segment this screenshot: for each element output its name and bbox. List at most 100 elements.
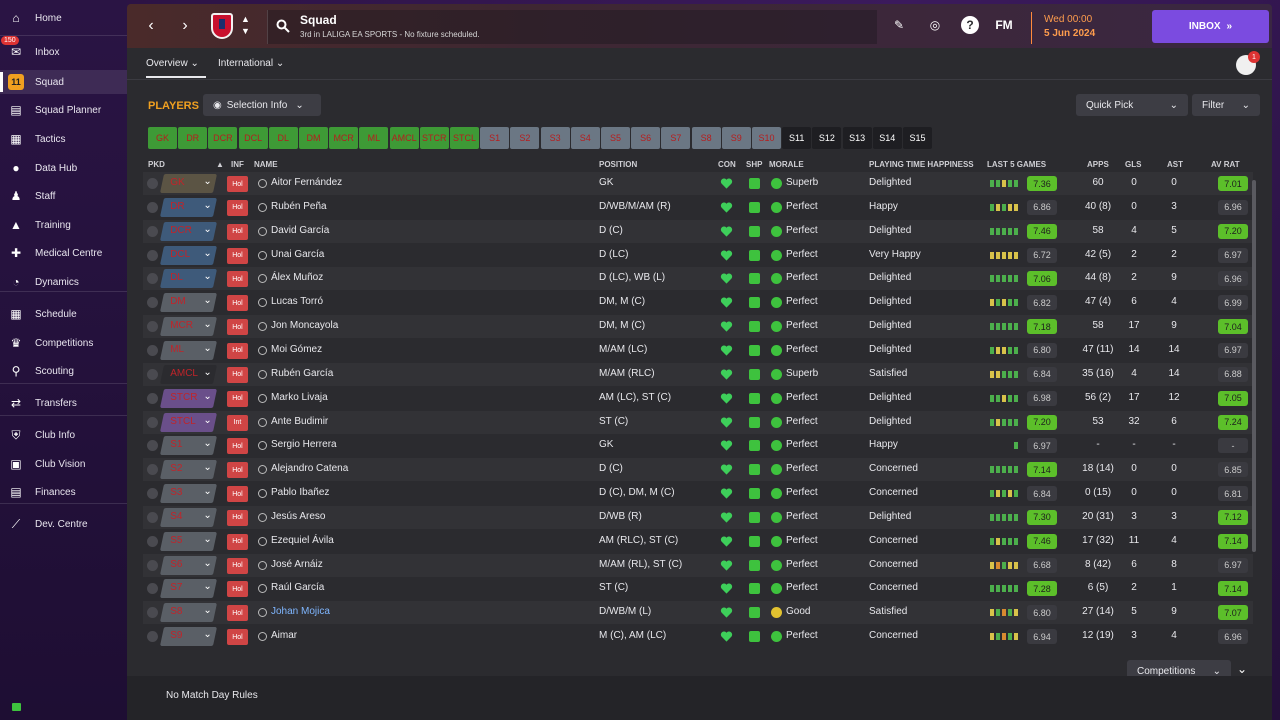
picked-toggle[interactable]	[147, 178, 158, 189]
position-selector[interactable]: S3 ⌄	[159, 484, 218, 504]
status-badge[interactable]: Hol	[227, 509, 248, 526]
status-badge[interactable]: Hol	[227, 366, 248, 383]
position-selector[interactable]: DCL ⌄	[159, 245, 218, 265]
status-badge[interactable]: Hol	[227, 533, 248, 550]
position-chip-s6[interactable]: S6	[631, 127, 661, 149]
sidebar-item-club-info[interactable]: ⛨ Club Info	[0, 423, 127, 447]
player-name[interactable]: José Arnáiz	[271, 559, 323, 570]
selection-info-button[interactable]: ◉ Selection Info ⌄	[203, 94, 321, 116]
status-badge[interactable]: Hol	[227, 581, 248, 598]
position-chip-dl[interactable]: DL	[268, 127, 298, 149]
position-chip-s9[interactable]: S9	[721, 127, 751, 149]
table-row[interactable]: DL ⌄ Hol Álex Muñoz D (LC), WB (L) Perfect Del…	[143, 267, 1253, 290]
game-menu-icon[interactable]: ◎	[926, 16, 944, 34]
col-shp[interactable]: SHP	[746, 160, 762, 169]
player-name[interactable]: Álex Muñoz	[271, 272, 323, 283]
picked-toggle[interactable]	[147, 368, 158, 380]
table-row[interactable]: STCR ⌄ Hol Marko Livaja AM (LC), ST (C) Perfe…	[143, 387, 1253, 410]
position-selector[interactable]: S5 ⌄	[159, 531, 218, 551]
player-name[interactable]: David García	[271, 225, 329, 236]
chevron-down-icon[interactable]: ⌄	[1237, 662, 1247, 676]
picked-toggle[interactable]	[147, 488, 158, 500]
col-con[interactable]: CON	[718, 160, 736, 169]
picked-toggle[interactable]	[147, 511, 158, 523]
picked-toggle[interactable]	[147, 225, 158, 237]
player-name[interactable]: Sergio Herrera	[271, 439, 337, 450]
status-badge[interactable]: Hol	[227, 438, 248, 455]
player-name[interactable]: Alejandro Catena	[271, 463, 348, 474]
status-badge[interactable]: Hol	[227, 271, 248, 288]
club-switcher-icon[interactable]: ▲ ▼	[241, 13, 250, 37]
table-row[interactable]: AMCL ⌄ Hol Rubén García M/AM (RLC) Superb Sati…	[143, 363, 1253, 386]
table-row[interactable]: S4 ⌄ Hol Jesús Areso D/WB (R) Perfect Delighte…	[143, 506, 1253, 529]
position-chip-gk[interactable]: GK	[148, 127, 177, 149]
col-apps[interactable]: APPS	[1087, 160, 1109, 169]
table-row[interactable]: DCL ⌄ Hol Unai García D (LC) Perfect Very Happ…	[143, 244, 1253, 267]
help-icon[interactable]: ?	[961, 16, 979, 34]
picked-toggle[interactable]	[147, 416, 158, 428]
position-chip-amcl[interactable]: AMCL	[389, 127, 419, 149]
table-row[interactable]: S6 ⌄ Hol José Arnáiz M/AM (RL), ST (C) Perfec…	[143, 554, 1253, 577]
table-row[interactable]: GK ⌄ Hol Aitor Fernández GK Superb Delighted 7.…	[143, 172, 1253, 195]
sidebar-item-training[interactable]: ▲ Training	[0, 213, 127, 237]
position-chip-dr[interactable]: DR	[178, 127, 208, 149]
sidebar-item-staff[interactable]: ♟ Staff	[0, 184, 127, 208]
fm-menu-icon[interactable]: FM	[995, 16, 1013, 34]
col-playing-time-happiness[interactable]: PLAYING TIME HAPPINESS	[869, 160, 974, 169]
position-chip-stcl[interactable]: STCL	[450, 127, 479, 149]
position-chip-s2[interactable]: S2	[510, 127, 540, 149]
position-selector[interactable]: S4 ⌄	[159, 507, 218, 527]
tab-overview[interactable]: Overview ⌄	[146, 54, 206, 78]
club-crest-icon[interactable]	[211, 13, 233, 39]
position-selector[interactable]: DCR ⌄	[159, 221, 218, 241]
player-name[interactable]: Aitor Fernández	[271, 177, 342, 188]
player-name[interactable]: Ante Budimir	[271, 416, 328, 427]
col-gls[interactable]: GLS	[1125, 160, 1141, 169]
sidebar-item-schedule[interactable]: ▦ Schedule	[0, 302, 127, 326]
table-row[interactable]: S3 ⌄ Hol Pablo Ibañez D (C), DM, M (C) Perfec…	[143, 482, 1253, 505]
position-chip-mcr[interactable]: MCR	[329, 127, 359, 149]
position-selector[interactable]: S7 ⌄	[159, 579, 218, 599]
sort-icon[interactable]: ▲	[216, 160, 224, 169]
status-badge[interactable]: Hol	[227, 223, 248, 240]
table-row[interactable]: STCL ⌄ Int Ante Budimir ST (C) Perfect Delight…	[143, 411, 1253, 434]
sidebar-item-squad-planner[interactable]: ▤ Squad Planner	[0, 98, 127, 122]
status-badge[interactable]: Hol	[227, 462, 248, 479]
status-badge[interactable]: Hol	[227, 605, 248, 622]
position-chip-s1[interactable]: S1	[480, 127, 510, 149]
position-chip-s8[interactable]: S8	[691, 127, 721, 149]
scrollbar[interactable]	[1252, 180, 1256, 552]
sidebar-item-scouting[interactable]: ⚲ Scouting	[0, 359, 127, 383]
position-chip-s15[interactable]: S15	[903, 127, 932, 149]
col-last-5-games[interactable]: LAST 5 GAMES	[987, 160, 1046, 169]
position-chip-dcr[interactable]: DCR	[208, 127, 238, 149]
position-chip-s7[interactable]: S7	[661, 127, 691, 149]
player-name[interactable]: Jon Moncayola	[271, 320, 338, 331]
picked-toggle[interactable]	[147, 464, 158, 476]
sidebar-item-dev-centre[interactable]: ⟋ Dev. Centre	[0, 512, 127, 536]
player-name[interactable]: Raúl García	[271, 582, 324, 593]
picked-toggle[interactable]	[147, 273, 158, 285]
position-chip-s5[interactable]: S5	[601, 127, 630, 149]
picked-toggle[interactable]	[147, 583, 158, 595]
sidebar-item-squad[interactable]: 11 Squad	[0, 70, 127, 94]
position-chip-dm[interactable]: DM	[299, 127, 328, 149]
position-chip-dcl[interactable]: DCL	[238, 127, 268, 149]
table-row[interactable]: S5 ⌄ Hol Ezequiel Ávila AM (RLC), ST (C) Perf…	[143, 530, 1253, 553]
position-selector[interactable]: MCR ⌄	[159, 317, 218, 337]
col-morale[interactable]: MORALE	[769, 160, 804, 169]
position-selector[interactable]: S2 ⌄	[159, 460, 218, 480]
picked-toggle[interactable]	[147, 440, 158, 452]
table-row[interactable]: S7 ⌄ Hol Raúl García ST (C) Perfect Concerned 7…	[143, 577, 1253, 600]
sidebar-item-data-hub[interactable]: ● Data Hub	[0, 156, 127, 180]
status-badge[interactable]: Hol	[227, 199, 248, 216]
picked-toggle[interactable]	[147, 297, 158, 309]
status-badge[interactable]: Hol	[227, 247, 248, 264]
status-badge[interactable]: Hol	[227, 176, 248, 192]
position-chip-s14[interactable]: S14	[872, 127, 902, 149]
picked-toggle[interactable]	[147, 607, 158, 619]
status-badge[interactable]: Hol	[227, 486, 248, 503]
table-row[interactable]: S9 ⌄ Hol Aimar M (C), AM (LC) Perfect Concerne…	[143, 625, 1253, 648]
player-name[interactable]: Lucas Torró	[271, 296, 323, 307]
position-chip-stcr[interactable]: STCR	[419, 127, 449, 149]
